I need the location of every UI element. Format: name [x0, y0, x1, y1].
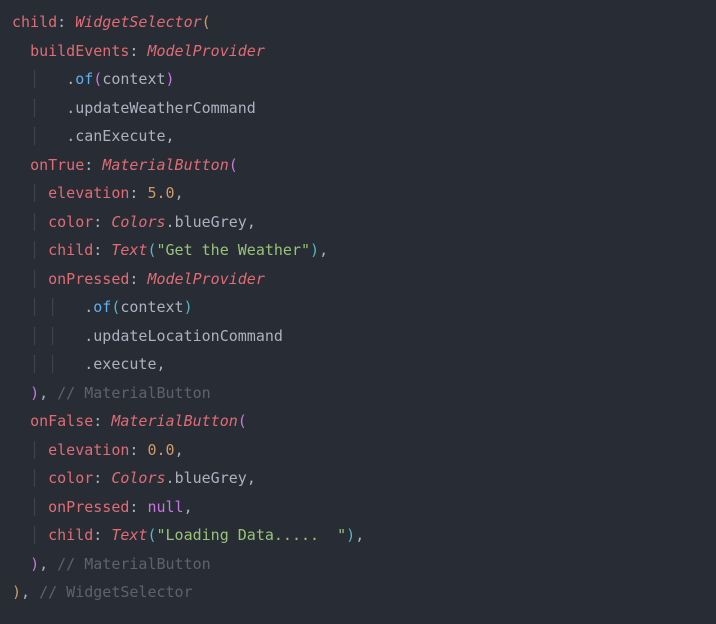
identifier: execute: [93, 355, 156, 373]
type-name: Text: [111, 241, 147, 259]
identifier: updateLocationCommand: [93, 327, 283, 345]
method-name: of: [93, 298, 111, 316]
code-line: ), // MaterialButton: [12, 550, 704, 579]
comment: // MaterialButton: [57, 384, 211, 402]
code-line: │ .updateWeatherCommand: [12, 94, 704, 123]
string-literal: "Loading Data..... ": [157, 526, 347, 544]
code-line: ), // WidgetSelector: [12, 578, 704, 607]
property-name: child: [48, 526, 93, 544]
number-literal: 5.0: [147, 184, 174, 202]
identifier: context: [102, 70, 165, 88]
property-name: onFalse: [30, 412, 93, 430]
code-line: │ color: Colors.blueGrey,: [12, 208, 704, 237]
property-name: child: [48, 241, 93, 259]
type-name: ModelProvider: [147, 42, 264, 60]
code-line: │ elevation: 0.0,: [12, 436, 704, 465]
keyword: null: [147, 498, 183, 516]
code-line: │ │ .of(context): [12, 293, 704, 322]
type-name: Colors: [111, 469, 165, 487]
method-name: of: [75, 70, 93, 88]
property-name: color: [48, 469, 93, 487]
code-line: onTrue: MaterialButton(: [12, 151, 704, 180]
code-line: ), // MaterialButton: [12, 379, 704, 408]
code-line: │ elevation: 5.0,: [12, 179, 704, 208]
property-name: elevation: [48, 184, 129, 202]
code-line: child: WidgetSelector(: [12, 8, 704, 37]
property-name: onPressed: [48, 270, 129, 288]
code-line: │ .of(context): [12, 65, 704, 94]
code-line: │ │ .execute,: [12, 350, 704, 379]
identifier: context: [120, 298, 183, 316]
code-line: │ │ .updateLocationCommand: [12, 322, 704, 351]
number-literal: 0.0: [147, 441, 174, 459]
code-line: │ onPressed: ModelProvider: [12, 265, 704, 294]
property-name: elevation: [48, 441, 129, 459]
code-line: buildEvents: ModelProvider: [12, 37, 704, 66]
type-name: MaterialButton: [102, 156, 228, 174]
property-name: color: [48, 213, 93, 231]
code-line: │ child: Text("Loading Data..... "),: [12, 521, 704, 550]
type-name: ModelProvider: [147, 270, 264, 288]
identifier: updateWeatherCommand: [75, 99, 256, 117]
code-line: │ .canExecute,: [12, 122, 704, 151]
identifier: canExecute: [75, 127, 165, 145]
type-name: WidgetSelector: [75, 13, 201, 31]
type-name: Colors: [111, 213, 165, 231]
code-line: │ color: Colors.blueGrey,: [12, 464, 704, 493]
identifier: blueGrey: [175, 469, 247, 487]
code-line: │ onPressed: null,: [12, 493, 704, 522]
string-literal: "Get the Weather": [157, 241, 311, 259]
comment: // WidgetSelector: [39, 583, 193, 601]
code-editor[interactable]: child: WidgetSelector( buildEvents: Mode…: [12, 8, 704, 607]
code-line: onFalse: MaterialButton(: [12, 407, 704, 436]
property-name: onPressed: [48, 498, 129, 516]
property-name: buildEvents: [30, 42, 129, 60]
type-name: Text: [111, 526, 147, 544]
code-line: │ child: Text("Get the Weather"),: [12, 236, 704, 265]
comment: // MaterialButton: [57, 555, 211, 573]
identifier: blueGrey: [175, 213, 247, 231]
type-name: MaterialButton: [111, 412, 237, 430]
property-name: onTrue: [30, 156, 84, 174]
property-name: child: [12, 13, 57, 31]
